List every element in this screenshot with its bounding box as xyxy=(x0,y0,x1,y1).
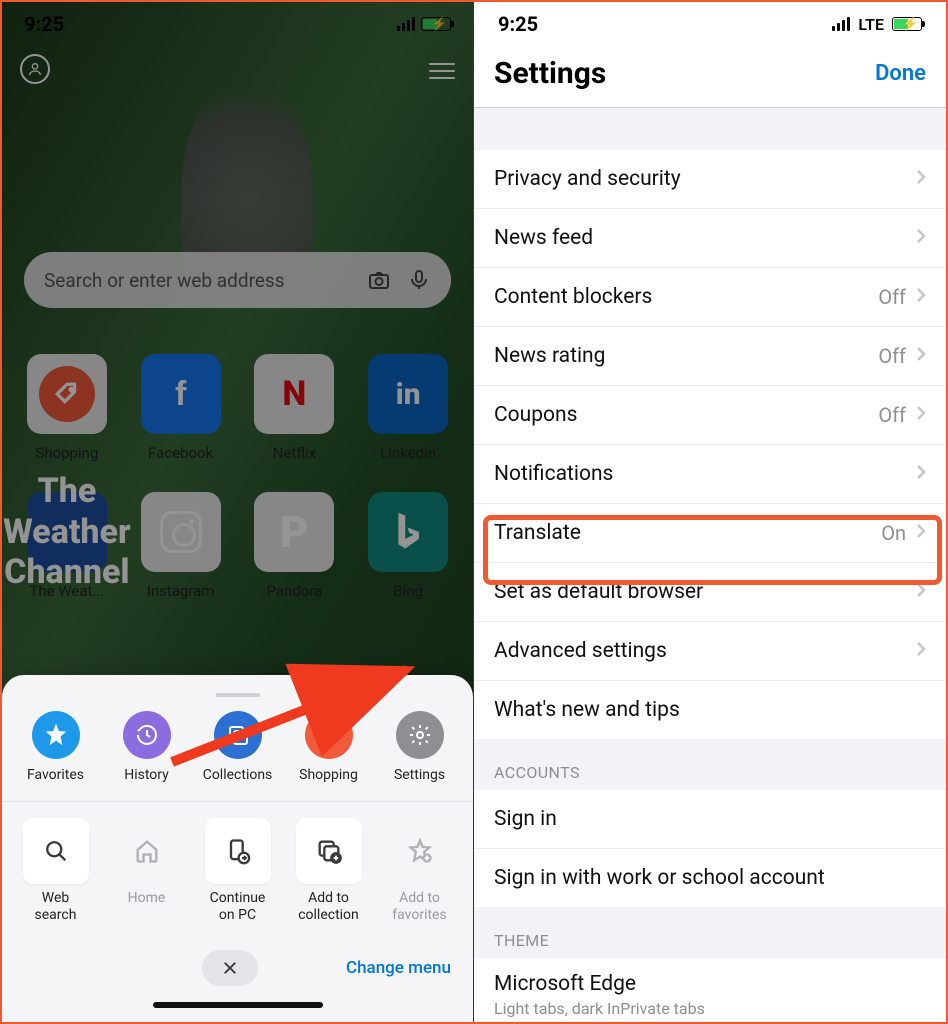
settings-group-accounts: Sign in Sign in with work or school accou… xyxy=(474,790,946,907)
row-news-rating[interactable]: News ratingOff xyxy=(474,327,946,386)
row-label: Privacy and security xyxy=(494,167,916,191)
row-value: Off xyxy=(878,344,906,368)
settings-group-general: Privacy and security News feed Content blo… xyxy=(474,150,946,739)
sheet-grabber[interactable] xyxy=(216,693,260,697)
row-what-s-new-and-tips[interactable]: What's new and tips xyxy=(474,681,946,739)
home-indicator[interactable] xyxy=(153,1002,323,1008)
action-add-to-favorites: Add tofavorites xyxy=(378,818,461,924)
row-news-feed[interactable]: News feed xyxy=(474,209,946,268)
section-header-theme: THEME xyxy=(474,907,946,958)
row-label: Coupons xyxy=(494,403,878,427)
status-bar: 9:25 LTE ⚡ xyxy=(474,2,946,46)
action-continue-on-pc[interactable]: Continueon PC xyxy=(196,818,279,924)
done-button[interactable]: Done xyxy=(875,61,926,86)
star-icon xyxy=(44,723,68,747)
continue-pc-icon xyxy=(224,837,252,865)
row-label: Content blockers xyxy=(494,285,878,309)
close-sheet-button[interactable] xyxy=(202,950,258,986)
page-title: Settings xyxy=(494,56,606,91)
row-theme-microsoft-edge[interactable]: Microsoft Edge Light tabs, dark InPrivat… xyxy=(474,958,946,1022)
menu-favorites[interactable]: Favorites xyxy=(10,711,101,783)
row-value: Off xyxy=(878,285,906,309)
row-privacy-and-security[interactable]: Privacy and security xyxy=(474,150,946,209)
chevron-right-icon xyxy=(916,403,926,427)
row-label: Sign in with work or school account xyxy=(494,866,926,890)
row-label: Set as default browser xyxy=(494,580,916,604)
settings-screen: 9:25 LTE ⚡ Settings Done Privacy and sec… xyxy=(474,2,946,1022)
menu-history[interactable]: History xyxy=(101,711,192,783)
signal-icon xyxy=(832,17,850,31)
section-header-accounts: ACCOUNTS xyxy=(474,739,946,790)
collections-icon xyxy=(226,723,250,747)
row-set-as-default-browser[interactable]: Set as default browser xyxy=(474,563,946,622)
overflow-menu-sheet: Favorites History Collections Shopping S… xyxy=(2,675,473,1022)
settings-header: Settings Done xyxy=(474,46,946,108)
action-add-to-collection[interactable]: Add tocollection xyxy=(287,818,370,924)
row-value: On xyxy=(881,521,906,545)
browser-home-screen: 9:25 ⚡ Search or enter web address Shopp… xyxy=(2,2,474,1022)
chevron-right-icon xyxy=(916,226,926,250)
tag-icon xyxy=(317,723,341,747)
history-icon xyxy=(135,723,159,747)
chevron-right-icon xyxy=(916,344,926,368)
network-label: LTE xyxy=(858,15,884,34)
row-notifications[interactable]: Notifications xyxy=(474,445,946,504)
row-label: Advanced settings xyxy=(494,639,916,663)
search-icon xyxy=(42,837,70,865)
row-content-blockers[interactable]: Content blockersOff xyxy=(474,268,946,327)
row-label: Sign in xyxy=(494,807,926,831)
close-icon xyxy=(221,959,239,977)
row-sign-in-with-work-or-school-account[interactable]: Sign in with work or school account xyxy=(474,849,946,907)
chevron-right-icon xyxy=(916,167,926,191)
gear-icon xyxy=(408,723,432,747)
row-value: Off xyxy=(878,403,906,427)
row-label: Translate xyxy=(494,521,881,545)
menu-settings[interactable]: Settings xyxy=(374,711,465,783)
chevron-right-icon xyxy=(916,462,926,486)
action-web-search[interactable]: Websearch xyxy=(14,818,97,924)
change-menu-link[interactable]: Change menu xyxy=(346,958,451,978)
menu-shopping[interactable]: Shopping xyxy=(283,711,374,783)
row-label: What's new and tips xyxy=(494,698,926,722)
chevron-right-icon xyxy=(916,639,926,663)
row-label: Notifications xyxy=(494,462,916,486)
menu-collections[interactable]: Collections xyxy=(192,711,283,783)
row-label: News feed xyxy=(494,226,916,250)
add-collection-icon xyxy=(315,837,343,865)
star-plus-icon xyxy=(406,837,434,865)
chevron-right-icon xyxy=(916,285,926,309)
action-home: Home xyxy=(105,818,188,924)
row-label: News rating xyxy=(494,344,878,368)
chevron-right-icon xyxy=(916,580,926,604)
row-translate[interactable]: TranslateOn xyxy=(474,504,946,563)
battery-icon: ⚡ xyxy=(892,17,922,31)
row-sign-in[interactable]: Sign in xyxy=(474,790,946,849)
settings-group-theme: Microsoft Edge Light tabs, dark InPrivat… xyxy=(474,958,946,1022)
row-advanced-settings[interactable]: Advanced settings xyxy=(474,622,946,681)
home-icon xyxy=(133,837,161,865)
status-time: 9:25 xyxy=(498,12,538,36)
row-coupons[interactable]: CouponsOff xyxy=(474,386,946,445)
chevron-right-icon xyxy=(916,521,926,545)
